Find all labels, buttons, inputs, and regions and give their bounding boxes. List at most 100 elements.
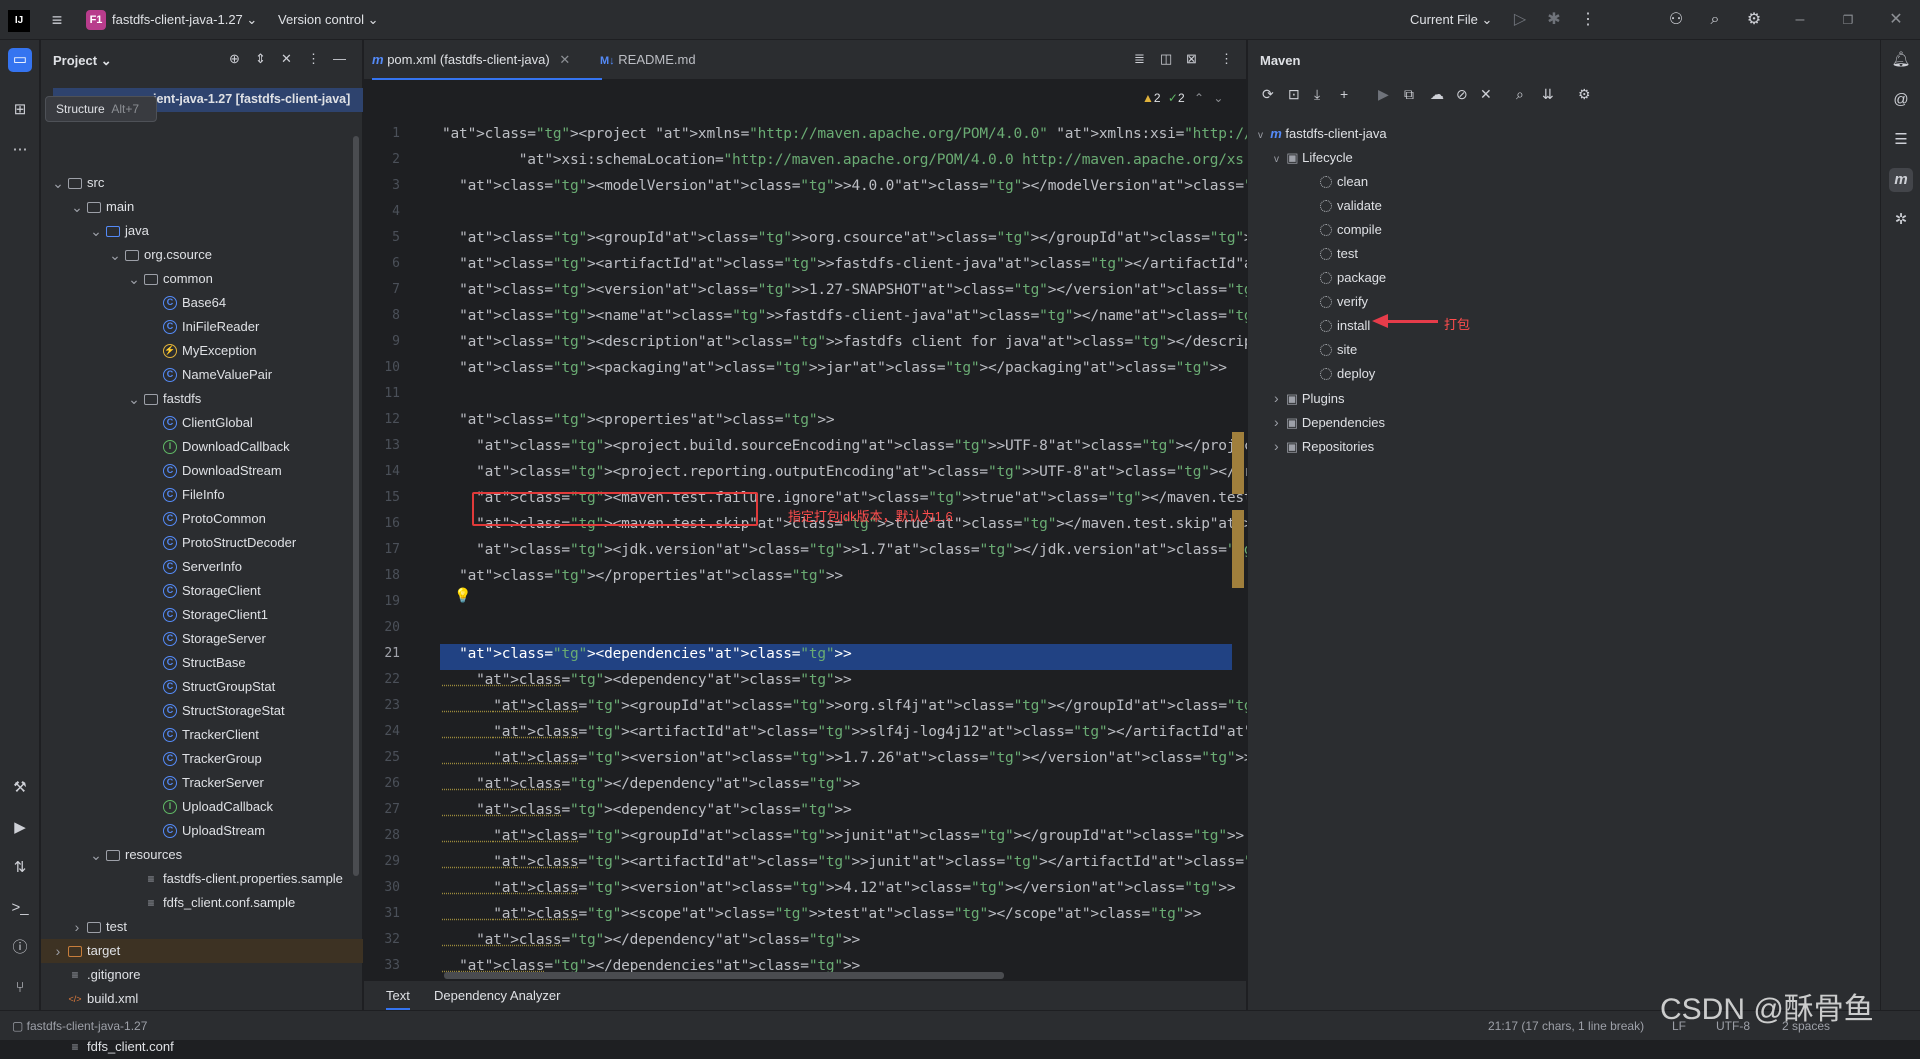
settings-gear-icon[interactable]: ⚙ [1744, 10, 1764, 30]
tree-item[interactable]: C ClientGlobal [41, 411, 363, 435]
maven-project-node[interactable]: v m fastdfs-client-java [1258, 122, 1387, 146]
maven-goal-test[interactable]: test [1320, 242, 1358, 266]
tree-item[interactable]: ⌄ common [41, 267, 363, 291]
chevron-down-icon[interactable]: ⌄ [71, 195, 83, 219]
maven-goal-site[interactable]: site [1320, 338, 1357, 362]
prev-issue-icon[interactable]: ⌃ [1194, 91, 1204, 105]
chevron-down-icon[interactable]: ⌄ [128, 387, 140, 411]
maven-goal-deploy[interactable]: deploy [1320, 362, 1375, 386]
add-project-icon[interactable]: + [1340, 86, 1348, 102]
tree-item[interactable]: C StorageClient1 [41, 603, 363, 627]
options-icon[interactable]: ⋮ [307, 51, 320, 67]
tree-item[interactable]: › target [41, 939, 363, 963]
tree-item[interactable]: C ProtoCommon [41, 507, 363, 531]
run-goal-icon[interactable]: ▶ [1378, 86, 1389, 103]
problems-tool-icon[interactable]: ⓘ [8, 936, 32, 960]
lifecycle-node[interactable]: v ▣ Lifecycle [1274, 146, 1353, 170]
tree-item[interactable]: ⌄ org.csource [41, 243, 363, 267]
tree-item[interactable]: ⌄ fastdfs [41, 387, 363, 411]
locate-file-icon[interactable]: ⊕ [229, 51, 240, 67]
minimize-icon[interactable]: – [1790, 10, 1810, 30]
chevron-down-icon[interactable]: ⌄ [90, 843, 102, 867]
git-tool-icon[interactable]: ⑂ [8, 976, 32, 1000]
hide-panel-icon[interactable]: — [333, 51, 346, 66]
maven-goal-compile[interactable]: compile [1320, 218, 1382, 242]
intention-bulb-icon[interactable]: 💡 [454, 587, 471, 604]
tree-item[interactable]: C StructBase [41, 651, 363, 675]
tab-readme[interactable]: M↓ README.md [600, 40, 696, 80]
terminal-tool-icon[interactable]: >_ [8, 896, 32, 920]
chevron-down-icon[interactable]: ⌄ [109, 243, 121, 267]
tree-item[interactable]: C TrackerClient [41, 723, 363, 747]
notifications-icon[interactable]: 🔔︎ [1889, 48, 1913, 72]
maven-goal-verify[interactable]: verify [1320, 290, 1368, 314]
tree-item[interactable]: C NameValuePair [41, 363, 363, 387]
chevron-right-icon[interactable]: › [52, 939, 64, 963]
tab-dependency-analyzer[interactable]: Dependency Analyzer [434, 988, 560, 1003]
tree-item[interactable]: C StructStorageStat [41, 699, 363, 723]
reader-mode-icon[interactable]: ≣ [1134, 51, 1145, 67]
tree-item[interactable]: C ProtoStructDecoder [41, 531, 363, 555]
gradle-tool-icon[interactable]: ✲ [1889, 208, 1913, 232]
tree-item[interactable]: </> build.xml [41, 987, 363, 1011]
tree-item[interactable]: I UploadCallback [41, 795, 363, 819]
close-window-icon[interactable]: ✕ [1886, 10, 1906, 30]
chevron-down-icon[interactable]: ⌄ [128, 267, 140, 291]
maven-tool-icon[interactable]: m [1889, 168, 1913, 192]
maven-goal-clean[interactable]: clean [1320, 170, 1368, 194]
chevron-down-icon[interactable]: ⌄ [90, 219, 102, 243]
collapse-icon[interactable]: ✕ [1480, 86, 1492, 103]
database-icon[interactable]: ☰ [1889, 128, 1913, 152]
tree-item[interactable]: ⌄ src [41, 171, 363, 195]
expand-all-icon[interactable]: ⇕ [255, 51, 266, 67]
structure-tool-icon[interactable]: ⊞ [8, 98, 32, 122]
maven-goal-validate[interactable]: validate [1320, 194, 1382, 218]
tree-item[interactable]: C IniFileReader [41, 315, 363, 339]
show-dependencies-icon[interactable]: ⌕ [1516, 86, 1524, 103]
offline-mode-icon[interactable]: ☁ [1430, 86, 1444, 103]
tree-item[interactable]: ⚡ MyException [41, 339, 363, 363]
project-view-selector[interactable]: Project ⌄ [53, 53, 112, 69]
maven-goal-package[interactable]: package [1320, 266, 1386, 290]
project-scrollbar[interactable] [353, 136, 359, 876]
tree-item[interactable]: C Base64 [41, 291, 363, 315]
tree-item[interactable]: ⌄ resources [41, 843, 363, 867]
close-tab-icon[interactable]: ✕ [559, 52, 570, 67]
horizontal-scrollbar[interactable] [444, 972, 1004, 979]
maven-group-repositories[interactable]: › ▣ Repositories [1274, 434, 1374, 458]
skip-tests-icon[interactable]: ⊘ [1456, 86, 1468, 103]
ai-assistant-icon[interactable]: @ [1889, 88, 1913, 112]
run-icon[interactable]: ▷ [1510, 10, 1530, 30]
debug-icon[interactable]: ✱ [1544, 10, 1564, 30]
build-tool-icon[interactable]: ⚒ [8, 776, 32, 800]
tree-item[interactable]: ≡ .gitignore [41, 963, 363, 987]
more-actions-icon[interactable]: ⋮ [1578, 10, 1598, 30]
tree-item[interactable]: C StorageServer [41, 627, 363, 651]
tree-item[interactable]: C TrackerServer [41, 771, 363, 795]
chevron-right-icon[interactable]: › [71, 915, 83, 939]
restore-icon[interactable]: ❐ [1838, 10, 1858, 30]
main-menu-icon[interactable]: ≡ [47, 10, 67, 30]
project-tool-icon[interactable]: ▭ [8, 48, 32, 72]
tree-item[interactable]: C UploadStream [41, 819, 363, 843]
tree-item[interactable]: I DownloadCallback [41, 435, 363, 459]
maven-goal-install[interactable]: install [1320, 314, 1370, 338]
tree-item[interactable]: C ServerInfo [41, 555, 363, 579]
execute-goal-icon[interactable]: ⧉ [1404, 86, 1414, 103]
tree-item[interactable]: ⌄ main [41, 195, 363, 219]
more-tools-icon[interactable]: ⋯ [8, 138, 32, 162]
chevron-down-icon[interactable]: ⌄ [52, 171, 64, 195]
breadcrumb[interactable]: ▢ fastdfs-client-java-1.27 [12, 1019, 147, 1033]
split-view-icon[interactable]: ◫ [1160, 51, 1172, 67]
tree-item[interactable]: C StructGroupStat [41, 675, 363, 699]
tree-item[interactable]: ⌄ java [41, 219, 363, 243]
maven-group-dependencies[interactable]: › ▣ Dependencies [1274, 410, 1385, 434]
maven-group-plugins[interactable]: › ▣ Plugins [1274, 386, 1344, 410]
vcs-menu[interactable]: Version control ⌄ [278, 12, 379, 28]
tree-item[interactable]: C TrackerGroup [41, 747, 363, 771]
search-icon[interactable]: ⌕ [1705, 10, 1725, 30]
tab-pom-xml[interactable]: m pom.xml (fastdfs-client-java) ✕ [372, 40, 602, 80]
preview-icon[interactable]: ⊠ [1186, 51, 1197, 67]
collapse-all-icon[interactable]: ✕ [281, 51, 292, 67]
maven-settings-icon[interactable]: ⚙ [1578, 86, 1591, 103]
